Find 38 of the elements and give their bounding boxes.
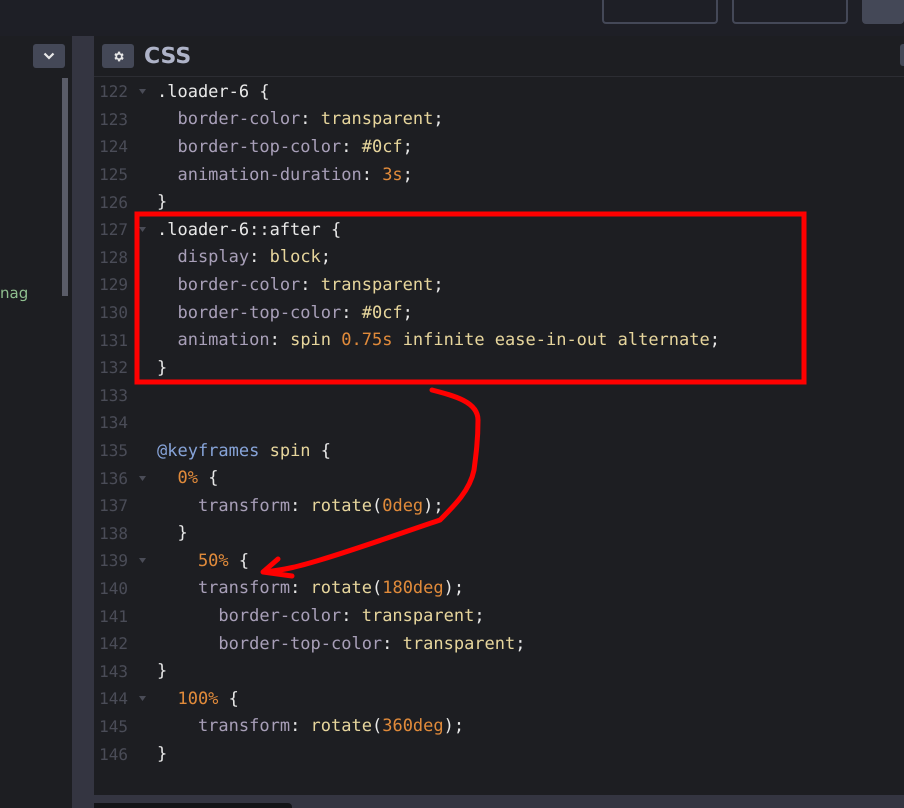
code-line: .loader-6::after { <box>157 220 342 240</box>
code-line: .loader-6 { <box>157 82 270 102</box>
settings-icon <box>112 50 124 62</box>
collapse-button[interactable] <box>33 44 65 68</box>
toolbar-button[interactable] <box>732 0 848 24</box>
settings-button[interactable] <box>102 44 134 68</box>
code-line: } <box>176 523 188 544</box>
code-line: @keyframes spin { <box>157 440 332 461</box>
panel-title: CSS <box>144 44 192 68</box>
code-line: } <box>157 744 168 764</box>
code-line: transform: rotate(180deg); <box>196 578 464 598</box>
code-line: transform: rotate(0deg); <box>196 496 444 516</box>
code-line: border-color: transparent; <box>176 274 444 295</box>
code-line: } <box>157 358 168 378</box>
fold-arrow-icon[interactable] <box>139 89 146 94</box>
code-line: border-top-color: #0cf; <box>176 302 413 323</box>
code-text: nag <box>0 284 28 304</box>
code-line: transform: rotate(360deg); <box>196 716 464 736</box>
chevron-down-icon <box>43 52 55 60</box>
code-line: display: block; <box>176 247 332 268</box>
scrollbar[interactable] <box>62 78 68 296</box>
code-line: } <box>157 192 168 212</box>
fold-arrow-icon[interactable] <box>139 476 146 481</box>
code-line: border-top-color: #0cf; <box>176 136 413 157</box>
code-line: animation-duration: 3s; <box>176 164 413 185</box>
code-line: } <box>157 661 168 682</box>
code-line: border-color: transparent; <box>217 606 485 626</box>
fold-arrow-icon[interactable] <box>139 558 146 564</box>
code-line: border-top-color: transparent; <box>217 634 526 654</box>
code-line: border-color: transparent; <box>176 109 444 130</box>
fold-arrow-icon[interactable] <box>139 227 146 232</box>
code-line: animation: spin 0.75s infinite ease-in-out alternate; <box>176 330 720 350</box>
code-line: 50% { <box>196 550 250 571</box>
fold-arrow-icon[interactable] <box>139 696 146 702</box>
scrollbar-thumb[interactable] <box>94 803 292 808</box>
code-line: 100% { <box>176 688 239 709</box>
code-line: 0% { <box>176 468 218 488</box>
toolbar-button[interactable] <box>602 0 718 24</box>
